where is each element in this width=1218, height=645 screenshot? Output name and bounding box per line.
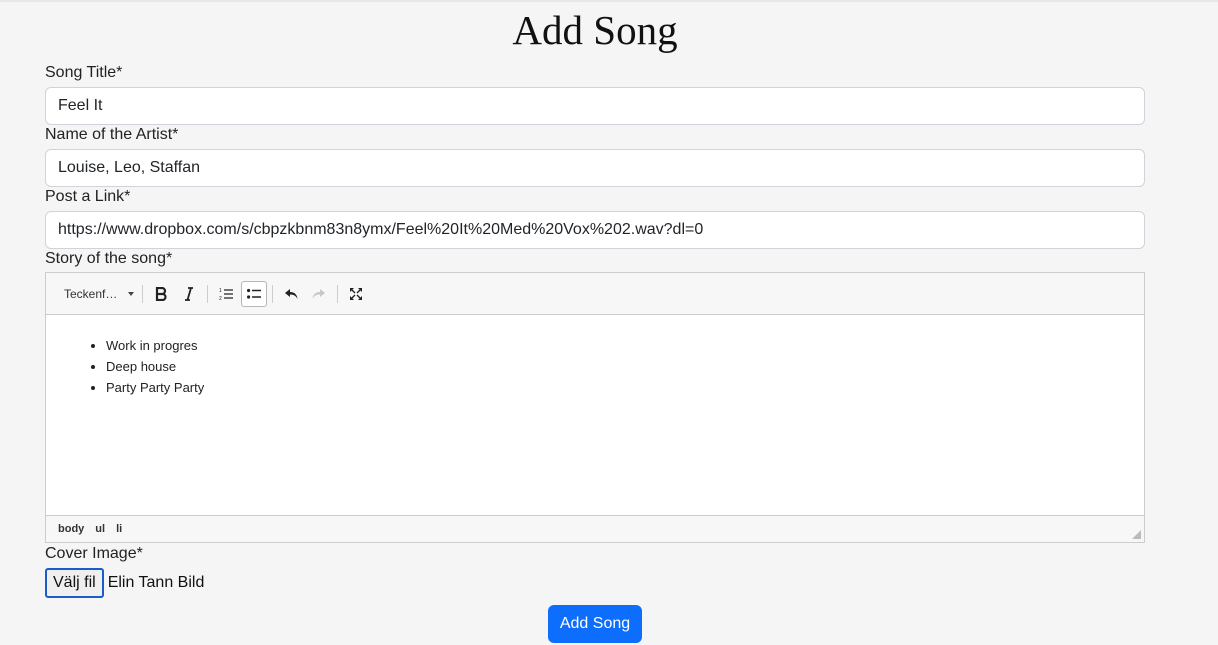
toolbar-divider [272,284,273,303]
story-editor: Teckenf… 12 • Work in progres • Deep hou… [45,272,1145,543]
fullscreen-icon [350,287,362,300]
redo-button[interactable] [306,281,332,307]
font-select-label: Teckenf… [64,286,118,301]
list-item: Party Party Party [106,377,1144,398]
song-title-label: Song Title* [45,64,123,81]
cover-image-label: Cover Image* [45,545,143,562]
artist-input[interactable] [45,149,1145,187]
song-title-input[interactable] [45,87,1145,125]
path-ul[interactable]: ul [95,523,105,535]
link-input[interactable] [45,211,1145,249]
svg-text:1: 1 [219,288,222,294]
resize-handle-icon[interactable] [1132,530,1141,539]
path-li[interactable]: li [116,523,122,535]
italic-icon [185,286,193,301]
link-label: Post a Link* [45,188,131,205]
numbered-list-button[interactable]: 12 [213,281,239,307]
numbered-list-icon: 12 [219,288,233,301]
toolbar-divider [142,284,143,303]
story-content[interactable]: Work in progres Deep house Party Party P… [46,315,1144,515]
artist-label: Name of the Artist* [45,126,179,143]
list-item: Deep house [106,356,1144,377]
selected-file-name: Elin Tann Bild [107,574,205,591]
story-label: Story of the song* [45,250,173,267]
path-body[interactable]: body [58,523,84,535]
bulleted-list-button[interactable] [241,280,267,307]
svg-text:2: 2 [219,296,222,301]
bold-button[interactable] [148,281,174,307]
redo-icon [312,288,325,299]
italic-button[interactable] [176,281,202,307]
editor-toolbar: Teckenf… 12 [46,273,1144,315]
fullscreen-button[interactable] [343,281,369,307]
chevron-down-icon [128,291,134,296]
toolbar-divider [337,284,338,303]
font-family-select[interactable]: Teckenf… [56,281,138,307]
bulleted-list-icon [247,288,261,299]
bold-icon [155,286,167,301]
list-item: Work in progres [106,335,1144,356]
undo-button[interactable] [278,281,304,307]
choose-file-button[interactable]: Välj fil [45,568,104,598]
undo-icon [285,288,298,299]
cover-image-input: Välj fil Elin Tann Bild [45,568,204,598]
add-song-button[interactable]: Add Song [548,605,642,643]
toolbar-divider [207,284,208,303]
editor-path-bar: body ul li [46,515,1144,542]
story-list: Work in progres Deep house Party Party P… [46,335,1144,398]
page-title: Add Song [512,7,678,53]
